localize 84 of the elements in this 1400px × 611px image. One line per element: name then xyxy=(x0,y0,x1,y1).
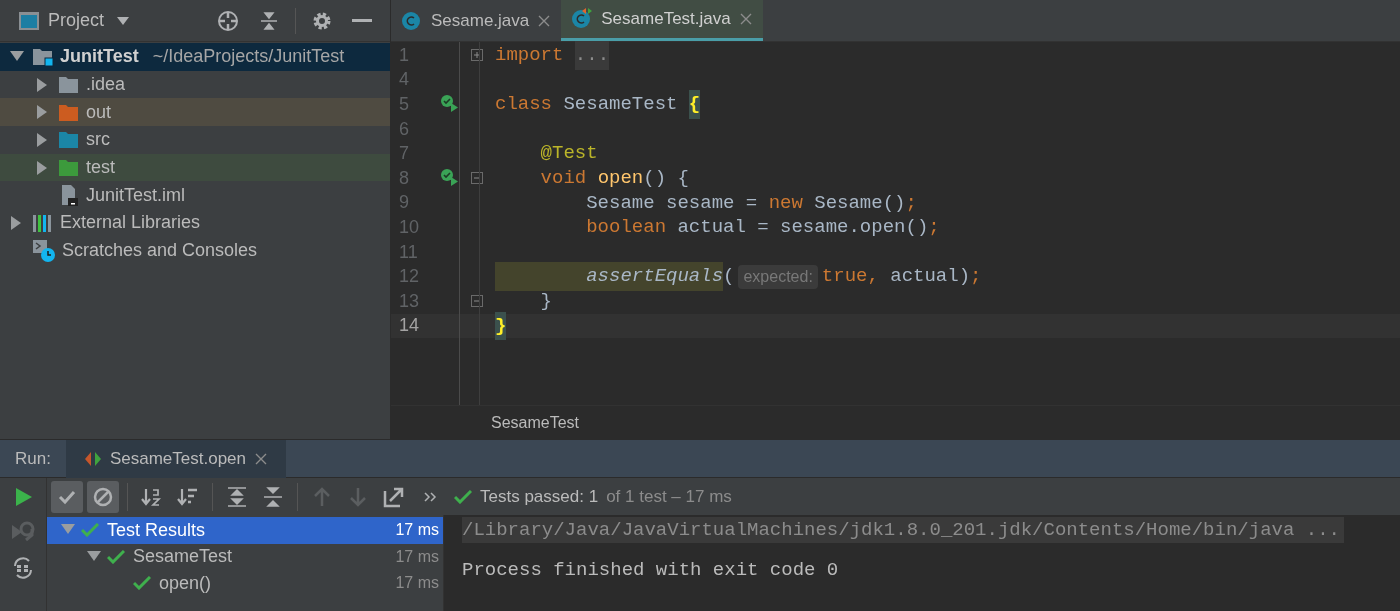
item-label: JunitTest.iml xyxy=(86,183,186,207)
item-label: .idea xyxy=(86,73,126,97)
libraries-icon xyxy=(32,212,54,233)
code-line: import ... xyxy=(495,41,610,70)
test-name: Test Results xyxy=(107,518,207,542)
line-number: 4 xyxy=(398,68,410,92)
line-number: 6 xyxy=(398,117,410,141)
collapse-all-icon xyxy=(261,484,285,509)
line-number: 11 xyxy=(398,240,419,264)
tree-row[interactable]: .idea xyxy=(0,70,390,99)
line-number: 14 xyxy=(398,314,421,338)
folder-icon xyxy=(58,129,80,151)
line-number: 8 xyxy=(398,166,410,190)
fold-collapse-icon[interactable] xyxy=(471,172,483,185)
expand-all-icon xyxy=(225,484,249,509)
collapse-icon[interactable] xyxy=(259,10,279,31)
item-label: External Libraries xyxy=(60,211,201,235)
line-number: 9 xyxy=(398,191,410,215)
code-line: void open() { xyxy=(539,166,689,191)
test-duration: 17 ms xyxy=(395,546,439,567)
line-number: 5 xyxy=(398,93,410,116)
locate-icon[interactable] xyxy=(217,9,239,32)
console-command: /Library/Java/JavaVirtualMachines/jdk1.8.0_201.jdk/Contents/Home/bin/java ... xyxy=(462,517,1344,543)
code-line: Sesame sesame = new Sesame(); xyxy=(585,190,917,216)
settings-icon[interactable] xyxy=(312,10,332,31)
minimize-icon[interactable] xyxy=(352,18,372,23)
blocked-button[interactable] xyxy=(87,480,119,513)
fold-expand-icon[interactable] xyxy=(471,49,483,62)
refresh-icon[interactable] xyxy=(12,556,34,580)
test-duration: 17 ms xyxy=(395,573,439,594)
breadcrumb[interactable]: SesameTest xyxy=(491,410,580,435)
line-number: 1 xyxy=(398,43,410,67)
test-class-icon xyxy=(571,8,594,30)
scratches-icon xyxy=(32,238,56,263)
item-label: out xyxy=(86,100,112,124)
tree-row[interactable]: Scratches and Consoles xyxy=(0,236,390,265)
tree-row[interactable]: JunitTest ~/IdeaProjects/JunitTest xyxy=(0,43,390,71)
code-line: } xyxy=(539,289,552,314)
test-duration: 17 ms xyxy=(395,520,439,541)
run-test-icon[interactable] xyxy=(440,94,460,113)
test-run-icon xyxy=(83,450,102,467)
fold-collapse-icon[interactable] xyxy=(471,295,483,308)
item-label: test xyxy=(86,156,115,180)
editor-tab[interactable]: Sesame.java xyxy=(391,0,562,41)
tree-row[interactable]: test xyxy=(0,153,390,182)
code-line: boolean actual = sesame.open(); xyxy=(585,215,940,241)
line-number: 7 xyxy=(398,142,410,166)
run-tab[interactable]: SesameTest.open xyxy=(65,439,286,478)
test-result-row[interactable]: open() 17 ms xyxy=(47,570,443,597)
class-icon xyxy=(401,9,423,32)
run-test-icon[interactable] xyxy=(440,168,460,187)
close-icon[interactable] xyxy=(254,451,268,466)
test-result-row[interactable]: Test Results 17 ms xyxy=(47,517,443,544)
item-label: JunitTest xyxy=(60,45,139,69)
tree-row[interactable]: out xyxy=(0,98,390,127)
checkmark-button[interactable] xyxy=(51,480,83,513)
item-label: src xyxy=(86,128,110,152)
item-label: Scratches and Consoles xyxy=(62,239,258,263)
test-name: open() xyxy=(159,571,213,595)
tree-row[interactable]: JunitTest.iml xyxy=(0,181,390,210)
line-number: 10 xyxy=(398,215,421,239)
close-icon[interactable] xyxy=(738,12,753,26)
module-icon xyxy=(32,46,54,68)
line-number: 13 xyxy=(398,289,421,313)
line-number: 12 xyxy=(398,265,421,289)
code-line: @Test xyxy=(539,141,598,167)
run-label: Run: xyxy=(14,447,52,470)
code-line: class SesameTest { xyxy=(495,90,701,119)
folder-icon xyxy=(58,157,80,179)
code-line: assertEquals( expected: true, actual); xyxy=(495,262,982,291)
tree-row[interactable]: External Libraries xyxy=(0,209,390,237)
test-result-row[interactable]: SesameTest 17 ms xyxy=(47,543,443,570)
editor-tab[interactable]: SesameTest.java xyxy=(561,0,763,41)
folder-icon xyxy=(58,74,80,96)
tests-passed-label: Tests passed: 1 xyxy=(480,485,599,508)
close-icon[interactable] xyxy=(537,13,552,28)
panel-icon xyxy=(18,10,40,31)
console-output: Process finished with exit code 0 xyxy=(462,558,839,583)
project-path: ~/IdeaProjects/JunitTest xyxy=(152,45,345,69)
tests-summary-detail: of 1 test – 17 ms xyxy=(606,485,732,508)
panel-title[interactable]: Project xyxy=(48,7,105,34)
tree-row[interactable]: src xyxy=(0,126,390,154)
test-name: SesameTest xyxy=(133,545,234,569)
caret-icon[interactable] xyxy=(116,15,131,26)
